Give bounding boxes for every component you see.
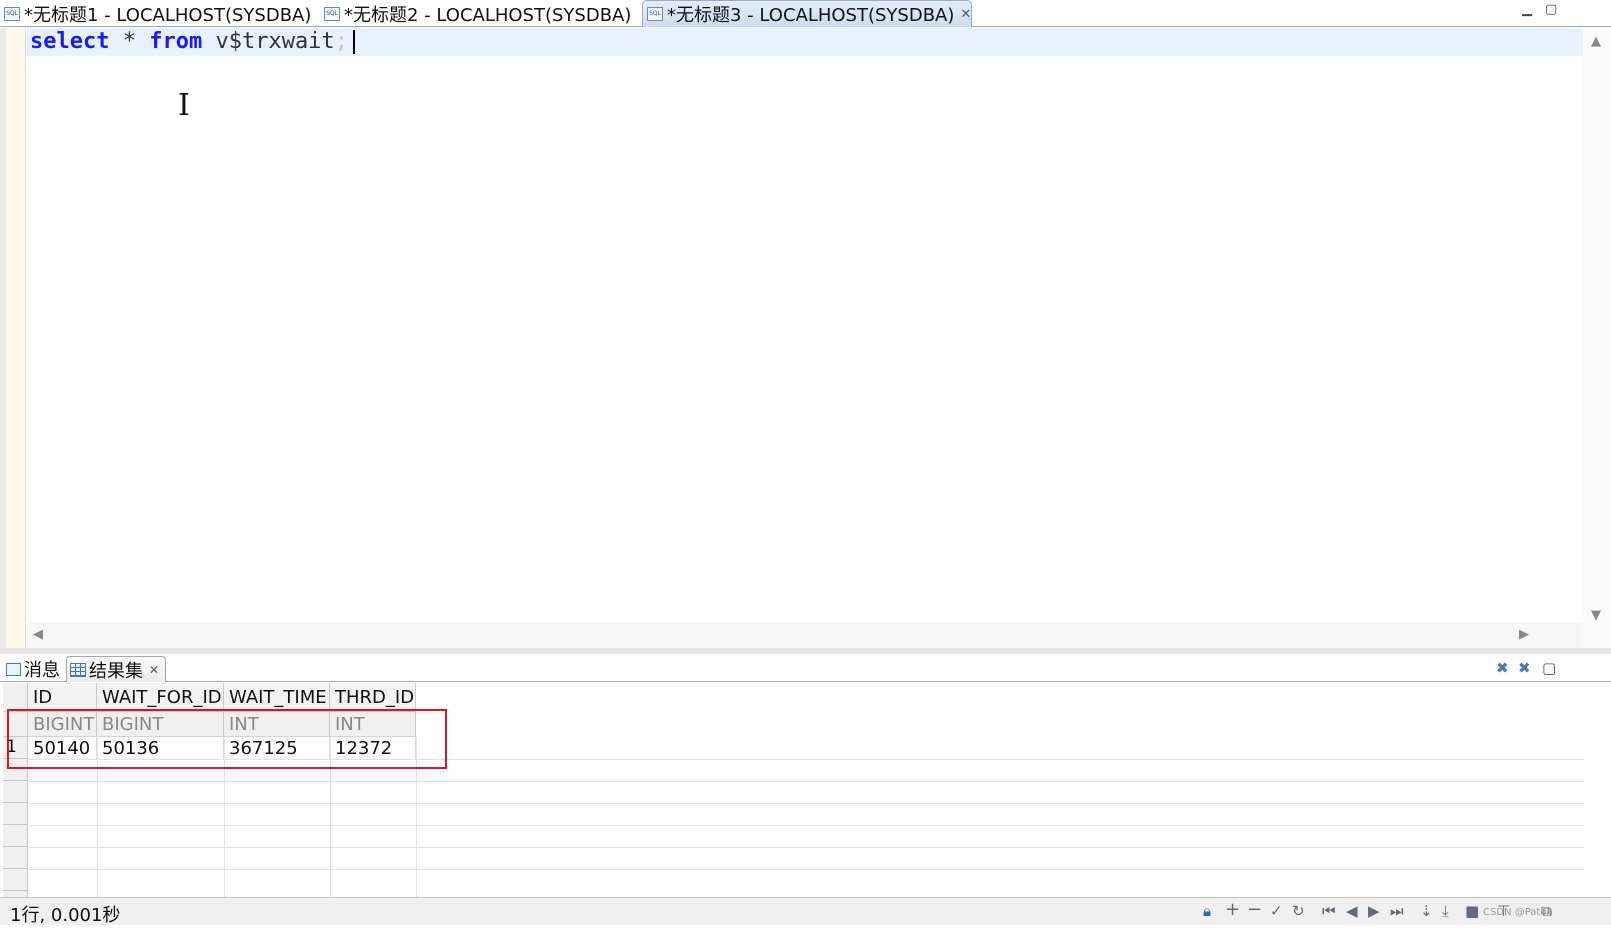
maximize-icon[interactable]: ▢ [1545, 2, 1557, 17]
ibeam-cursor-icon: I [178, 88, 190, 123]
tab-result-set[interactable]: 结果集 ✕ [66, 656, 167, 682]
window-bottom [0, 925, 1611, 950]
tab-label: 结果集 [89, 660, 143, 682]
close-tab-icon[interactable]: ✕ [960, 7, 971, 22]
next-page-icon[interactable]: ▶ [1368, 902, 1380, 920]
semicolon: ; [334, 29, 348, 54]
text-caret [352, 30, 355, 54]
row-number-empty [3, 847, 28, 869]
sql-code-line[interactable]: select * from v$trxwait; [30, 29, 355, 55]
tab-untitled-1[interactable]: SQL *无标题1 - LOCALHOST(SYSDBA) [0, 0, 318, 27]
delete-row-icon[interactable]: − [1247, 899, 1262, 920]
select-star: * [122, 29, 136, 54]
scroll-left-arrow-icon[interactable]: ◀ [33, 627, 43, 642]
last-page-icon[interactable]: ⏭ [1390, 902, 1404, 920]
sql-file-icon: SQL [324, 6, 340, 21]
add-row-icon[interactable]: + [1225, 899, 1240, 920]
tab-label: *无标题1 - LOCALHOST(SYSDBA) [24, 4, 312, 26]
column-header-row: ID WAIT_FOR_ID WAIT_TIME THRD_ID [28, 683, 416, 712]
corner-cell [3, 683, 28, 712]
status-bar: 1行, 0.001秒 🔒︎ + − ✓ ↻ ⏮ ◀ ▶ ⏭ ⇣ ⤓ ■ ⊤ ⧉ [0, 897, 1611, 926]
scroll-down-arrow-icon[interactable]: ▼ [1591, 608, 1601, 623]
lock-icon[interactable]: 🔒︎ [1203, 902, 1211, 920]
keyword-select: select [30, 29, 110, 54]
tab-label: 消息 [24, 660, 60, 681]
minimize-icon[interactable]: ▁ [1522, 2, 1532, 17]
collapse-icon[interactable]: ✖ [1496, 659, 1509, 677]
vertical-scrollbar[interactable]: ▲ ▼ [1583, 28, 1611, 648]
grid-line [28, 869, 1584, 870]
horizontal-scrollbar[interactable]: ◀ ▶ [27, 622, 1583, 648]
sql-file-icon: SQL [647, 7, 663, 21]
previous-page-icon[interactable]: ◀ [1346, 902, 1358, 920]
message-icon [6, 662, 21, 676]
column-header-thrd-id[interactable]: THRD_ID [330, 683, 416, 711]
table-name: v$trxwait [215, 29, 335, 54]
editor-line-gutter [6, 28, 26, 648]
row-number-empty [3, 869, 28, 891]
fetch-next-icon[interactable]: ⇣ [1420, 902, 1433, 920]
row-number-empty [3, 781, 28, 803]
row-number-empty [3, 825, 28, 847]
tab-untitled-2[interactable]: SQL *无标题2 - LOCALHOST(SYSDBA) [320, 0, 638, 27]
status-text: 1行, 0.001秒 [10, 905, 121, 926]
commit-check-icon[interactable]: ✓ [1270, 902, 1283, 920]
tab-label: *无标题3 - LOCALHOST(SYSDBA) [667, 5, 955, 26]
column-header-id[interactable]: ID [28, 683, 97, 711]
keyword-from: from [149, 29, 203, 54]
stop-icon[interactable]: ■ [1465, 902, 1479, 920]
grid-line [28, 847, 1584, 848]
maximize-panel-icon[interactable]: ▢ [1542, 659, 1556, 677]
grid-line [28, 781, 1584, 782]
pin-icon[interactable]: ✖ [1518, 659, 1531, 677]
tab-label: *无标题2 - LOCALHOST(SYSDBA) [344, 4, 632, 26]
editor-tab-bar: SQL *无标题1 - LOCALHOST(SYSDBA) SQL *无标题2 … [0, 0, 1611, 27]
sql-editor[interactable]: select * from v$trxwait; I ▲ ▼ ◀ ▶ [0, 28, 1611, 648]
close-tab-icon[interactable]: ✕ [149, 663, 159, 677]
fetch-all-icon[interactable]: ⤓ [1442, 902, 1449, 920]
scroll-up-arrow-icon[interactable]: ▲ [1591, 34, 1601, 49]
scroll-right-arrow-icon[interactable]: ▶ [1519, 627, 1529, 642]
sql-file-icon: SQL [4, 6, 20, 21]
result-tab-bar: 消息 结果集 ✕ ✖ ✖ ▢ [0, 654, 1611, 682]
row-number-empty [3, 803, 28, 825]
grid-icon [70, 662, 86, 677]
tab-messages[interactable]: 消息 [0, 656, 60, 682]
tab-untitled-3[interactable]: SQL *无标题3 - LOCALHOST(SYSDBA) ✕ [642, 0, 972, 27]
first-page-icon[interactable]: ⏮ [1322, 902, 1336, 920]
watermark: CSDN @Paton [1483, 907, 1553, 918]
column-header-wait-time[interactable]: WAIT_TIME [224, 683, 330, 711]
grid-line [28, 825, 1584, 826]
red-annotation-box [7, 709, 447, 769]
refresh-icon[interactable]: ↻ [1292, 902, 1305, 920]
grid-line [28, 803, 1584, 804]
column-header-wait-for-id[interactable]: WAIT_FOR_ID [97, 683, 224, 711]
